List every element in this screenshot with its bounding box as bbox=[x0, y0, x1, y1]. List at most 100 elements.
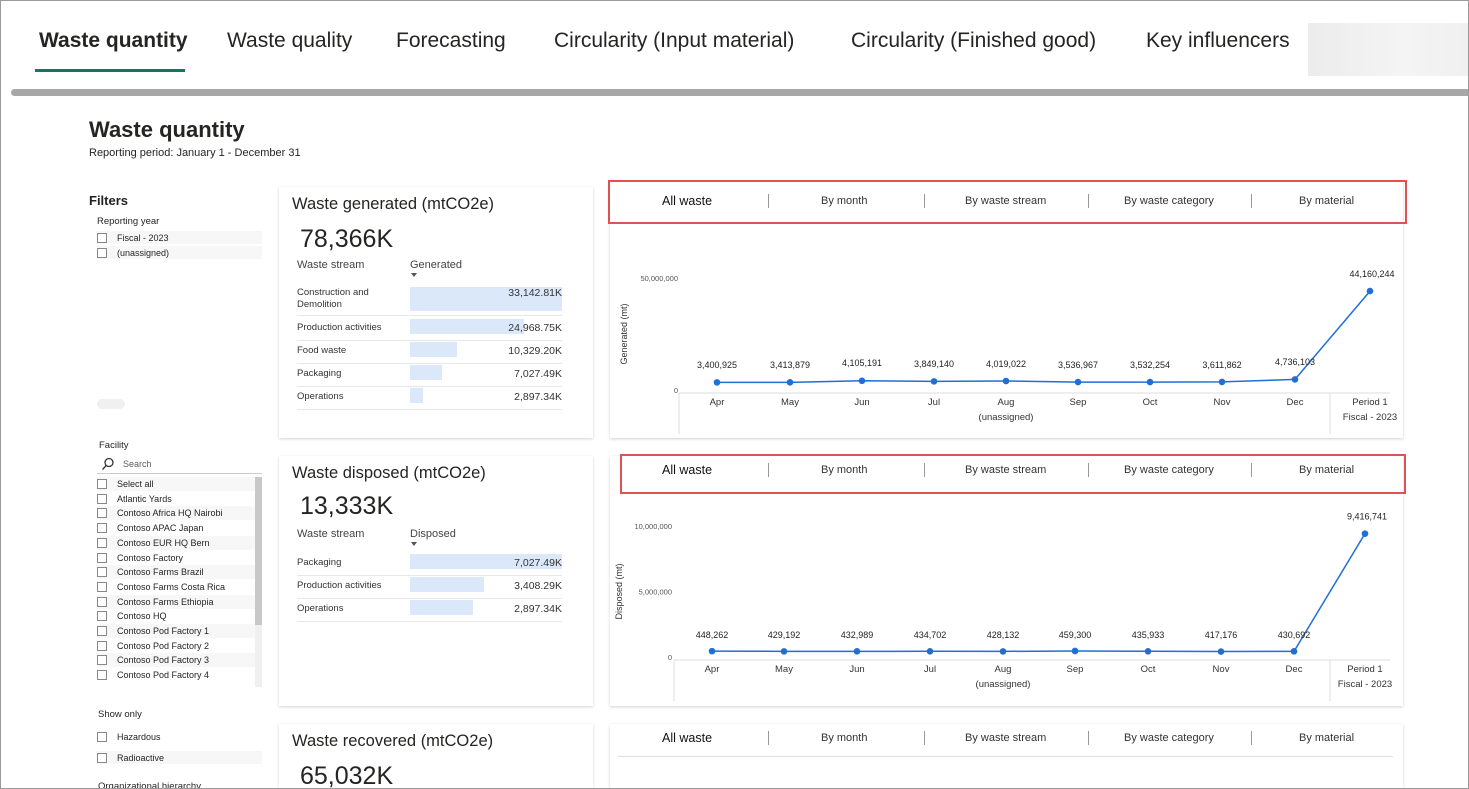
checkbox[interactable] bbox=[97, 581, 107, 592]
checkbox[interactable] bbox=[97, 596, 107, 607]
series-line bbox=[716, 290, 1371, 384]
show-only-option[interactable]: Hazardous bbox=[97, 730, 262, 743]
facility-scrollbar[interactable] bbox=[255, 477, 262, 625]
segment-by-waste-stream[interactable]: By waste stream bbox=[965, 732, 1046, 744]
segment-by-month[interactable]: By month bbox=[821, 732, 867, 744]
facility-option[interactable]: Select all bbox=[97, 477, 255, 491]
facility-option[interactable]: Contoso Pod Factory 1 bbox=[97, 624, 255, 638]
facility-option[interactable]: Contoso Farms Costa Rica bbox=[97, 580, 255, 594]
checkbox[interactable] bbox=[97, 493, 107, 504]
x-tick-label: Nov bbox=[1213, 664, 1230, 675]
tab-waste-quality[interactable]: Waste quality bbox=[227, 29, 352, 53]
card-total: 13,333K bbox=[300, 492, 394, 520]
facility-option[interactable]: Contoso EUR HQ Bern bbox=[97, 535, 255, 550]
segment-separator bbox=[768, 731, 769, 745]
checkbox[interactable] bbox=[97, 626, 107, 636]
highlight-box bbox=[608, 180, 1407, 224]
x-tick-label: Period 1 bbox=[1352, 397, 1387, 408]
table-row[interactable]: Operations 2,897.34K bbox=[297, 600, 562, 622]
checkbox[interactable] bbox=[97, 247, 107, 258]
tab-waste-quantity[interactable]: Waste quantity bbox=[39, 29, 188, 53]
search-icon bbox=[102, 457, 114, 470]
col-header-stream[interactable]: Waste stream bbox=[297, 528, 364, 540]
data-label: 3,536,967 bbox=[1058, 360, 1098, 370]
data-label: 3,532,254 bbox=[1130, 360, 1170, 370]
row-label: Production activities bbox=[297, 580, 382, 591]
sort-icon bbox=[411, 273, 417, 277]
series-line bbox=[711, 533, 1366, 653]
facility-option[interactable]: Contoso Africa HQ Nairobi bbox=[97, 506, 255, 521]
facility-search-input[interactable]: Search bbox=[97, 455, 262, 474]
checkbox[interactable] bbox=[97, 552, 107, 563]
segment-by-waste-category[interactable]: By waste category bbox=[1124, 732, 1214, 744]
facility-option[interactable]: Contoso Factory bbox=[97, 551, 255, 565]
data-point bbox=[1074, 378, 1082, 386]
checkbox[interactable] bbox=[97, 611, 107, 622]
data-point bbox=[1218, 378, 1226, 386]
data-point bbox=[1144, 647, 1152, 655]
table-row[interactable]: Food waste 10,329.20K bbox=[297, 342, 562, 364]
table-row[interactable]: Production activities 3,408.29K bbox=[297, 577, 562, 599]
col-header-stream[interactable]: Waste stream bbox=[297, 259, 364, 271]
facility-option[interactable]: Contoso Farms Ethiopia bbox=[97, 594, 255, 609]
x-tick-label: Jul bbox=[924, 664, 936, 675]
tab-circularity-input[interactable]: Circularity (Input material) bbox=[554, 29, 794, 53]
reporting-year-option[interactable]: Fiscal - 2023 bbox=[97, 231, 262, 244]
x-tick-label: Jun bbox=[854, 397, 869, 408]
option-label: Contoso Pod Factory 1 bbox=[117, 626, 210, 636]
checkbox[interactable] bbox=[97, 567, 107, 578]
facility-option[interactable]: Contoso Farms Brazil bbox=[97, 565, 255, 580]
data-label: 432,989 bbox=[841, 630, 874, 640]
checkbox[interactable] bbox=[97, 752, 107, 763]
data-point bbox=[930, 378, 938, 385]
checkbox[interactable] bbox=[97, 640, 107, 651]
facility-option[interactable]: Contoso Pod Factory 4 bbox=[97, 668, 255, 682]
data-point bbox=[858, 377, 866, 385]
tab-forecasting[interactable]: Forecasting bbox=[396, 29, 506, 53]
checkbox[interactable] bbox=[97, 731, 107, 742]
row-value: 10,329.20K bbox=[508, 345, 562, 357]
data-bar bbox=[410, 319, 525, 334]
table-row[interactable]: Operations 2,897.34K bbox=[297, 388, 562, 410]
facility-option[interactable]: Contoso Pod Factory 3 bbox=[97, 653, 255, 668]
checkbox[interactable] bbox=[97, 508, 107, 519]
row-label: Packaging bbox=[297, 368, 342, 379]
facility-option[interactable]: Atlantic Yards bbox=[97, 492, 255, 506]
facility-option[interactable]: Contoso APAC Japan bbox=[97, 521, 255, 535]
data-label: 429,192 bbox=[768, 630, 801, 640]
data-label: 4,736,103 bbox=[1275, 357, 1315, 367]
col-header-value[interactable]: Generated bbox=[410, 259, 462, 271]
data-point bbox=[708, 647, 716, 655]
tab-key-influencers[interactable]: Key influencers bbox=[1146, 29, 1290, 53]
checkbox[interactable] bbox=[97, 670, 107, 681]
data-point bbox=[1291, 376, 1299, 383]
reporting-year-option[interactable]: (unassigned) bbox=[97, 246, 262, 259]
checkbox[interactable] bbox=[97, 537, 107, 548]
table-row[interactable]: Packaging 7,027.49K bbox=[297, 365, 562, 387]
row-label: Construction and Demolition bbox=[297, 287, 369, 310]
data-bar bbox=[410, 365, 443, 380]
facility-option[interactable]: Contoso Pod Factory 2 bbox=[97, 639, 255, 653]
checkbox[interactable] bbox=[97, 232, 107, 243]
table-row[interactable]: Packaging 7,027.49K bbox=[297, 554, 562, 576]
option-label: Contoso Farms Brazil bbox=[117, 567, 204, 578]
facility-option[interactable]: Contoso HQ bbox=[97, 609, 255, 623]
show-only-option[interactable]: Radioactive bbox=[97, 751, 262, 764]
segment-by-material[interactable]: By material bbox=[1299, 732, 1354, 744]
horizontal-scrollbar[interactable] bbox=[11, 89, 1468, 96]
checkbox[interactable] bbox=[97, 523, 107, 534]
table-row[interactable]: Production activities 24,968.75K bbox=[297, 319, 562, 341]
checkbox[interactable] bbox=[97, 655, 107, 666]
checkbox[interactable] bbox=[97, 479, 107, 489]
col-header-value[interactable]: Disposed bbox=[410, 528, 456, 540]
y-tick-label: 0 bbox=[674, 386, 678, 395]
page-title: Waste quantity bbox=[89, 117, 245, 142]
table-row[interactable]: Construction and Demolition 33,142.81K bbox=[297, 285, 562, 316]
tab-circularity-finished[interactable]: Circularity (Finished good) bbox=[851, 29, 1096, 53]
row-label: Food waste bbox=[297, 345, 347, 356]
x-tick-label: Jun bbox=[849, 664, 864, 675]
report-window: Waste quantity Waste quality Forecasting… bbox=[0, 0, 1469, 789]
segment-divider bbox=[618, 756, 1393, 757]
segment-all-waste[interactable]: All waste bbox=[662, 731, 712, 745]
data-label: 3,400,925 bbox=[697, 360, 737, 370]
